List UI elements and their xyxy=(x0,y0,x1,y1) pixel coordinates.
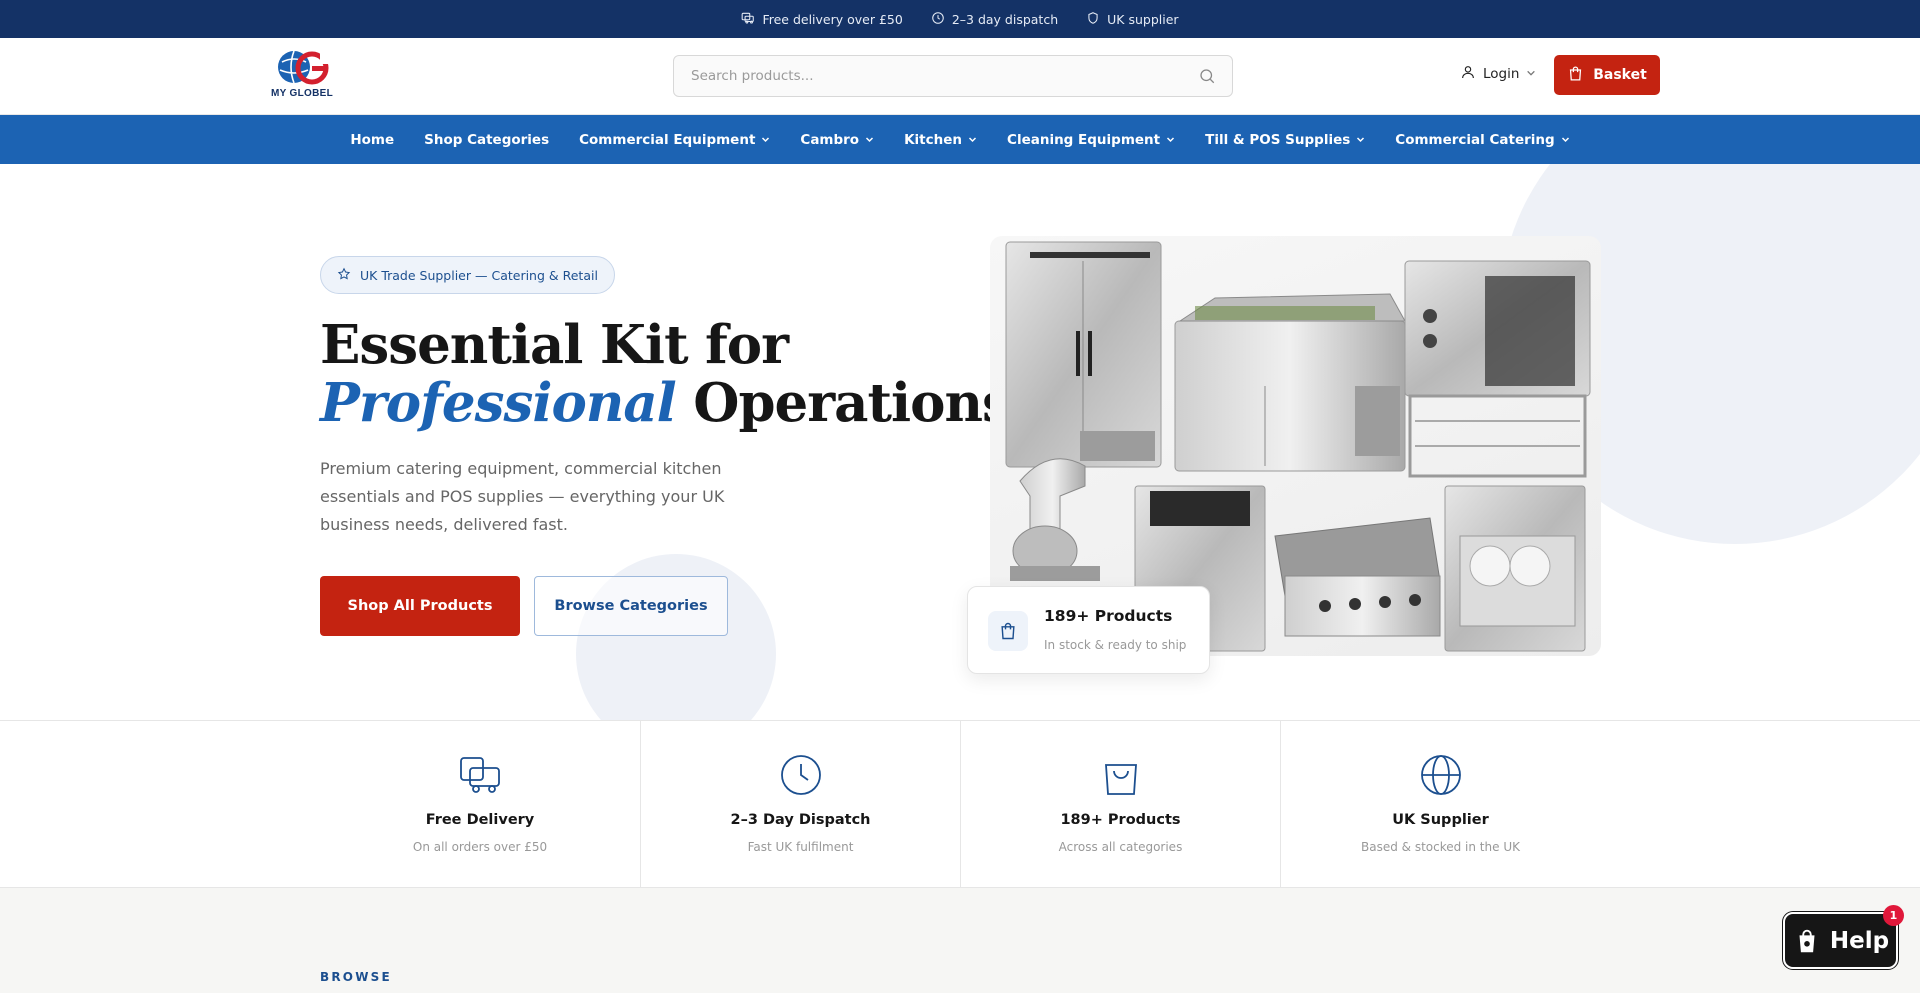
headline-line-1: Essential Kit for xyxy=(320,314,789,376)
chevron-down-icon xyxy=(969,137,977,143)
shopping-bag-icon xyxy=(1567,65,1584,86)
announcement-item-supplier: UK supplier xyxy=(1086,11,1179,28)
clock-icon xyxy=(931,11,945,28)
product-count-card: 189+ Products In stock & ready to ship xyxy=(967,586,1210,674)
clock-icon xyxy=(779,753,823,797)
main-navigation: Home Shop Categories Commercial Equipmen… xyxy=(0,115,1920,164)
nav-item-commercial-catering[interactable]: Commercial Catering xyxy=(1395,132,1569,148)
search-input[interactable] xyxy=(674,56,1198,96)
feature-subtitle: Fast UK fulfilment xyxy=(747,840,854,854)
feature-subtitle: On all orders over £50 xyxy=(412,840,548,854)
chat-bag-icon xyxy=(1799,929,1815,952)
chevron-down-icon xyxy=(1167,137,1175,143)
nav-item-label: Cambro xyxy=(800,131,860,148)
announcement-item-delivery: Free delivery over £50 xyxy=(741,11,903,28)
announcement-text: UK supplier xyxy=(1107,11,1179,27)
nav-item-cleaning-equipment[interactable]: Cleaning Equipment xyxy=(1007,132,1175,148)
badge-text: UK Trade Supplier — Catering & Retail xyxy=(360,267,598,283)
shield-icon xyxy=(1086,11,1100,28)
feature-title: UK Supplier xyxy=(1392,812,1489,828)
announcement-item-dispatch: 2–3 day dispatch xyxy=(931,11,1058,28)
feature-free-delivery: Free Delivery On all orders over £50 xyxy=(320,721,640,887)
nav-item-label: Shop Categories xyxy=(424,131,550,148)
trade-supplier-badge: UK Trade Supplier — Catering & Retail xyxy=(320,256,615,294)
section-eyebrow: BROWSE xyxy=(320,970,392,984)
site-logo[interactable]: MY GLOBEL xyxy=(266,48,336,106)
headline-accent: Professional xyxy=(320,372,677,434)
basket-button[interactable]: Basket xyxy=(1554,55,1660,95)
nav-item-commercial-equipment[interactable]: Commercial Equipment xyxy=(579,132,770,148)
login-button[interactable]: Login xyxy=(1460,64,1536,84)
headline-line-2: Professional Operations xyxy=(320,372,1012,434)
nav-item-label: Commercial Catering xyxy=(1395,131,1555,148)
browse-section: BROWSE xyxy=(0,888,1920,993)
login-label: Login xyxy=(1483,66,1520,82)
feature-uk-supplier: UK Supplier Based & stocked in the UK xyxy=(1280,721,1600,887)
nav-item-label: Kitchen xyxy=(904,131,963,148)
chevron-down-icon xyxy=(1526,66,1536,82)
chevron-down-icon xyxy=(1561,137,1569,143)
stat-title: 189+ Products xyxy=(1044,607,1173,625)
nav-item-label: Till & POS Supplies xyxy=(1205,131,1351,148)
nav-item-label: Home xyxy=(350,131,395,148)
feature-title: 2–3 Day Dispatch xyxy=(730,812,871,828)
hero-headline: Essential Kit for Professional Operation… xyxy=(320,314,1012,434)
feature-products: 189+ Products Across all categories xyxy=(960,721,1280,887)
hero-subcopy: Premium catering equipment, commercial k… xyxy=(320,459,725,534)
help-chat-button[interactable]: Help xyxy=(1783,912,1898,969)
shop-all-products-button[interactable]: Shop All Products xyxy=(320,576,520,636)
stat-subtitle: In stock & ready to ship xyxy=(1044,638,1187,652)
feature-dispatch: 2–3 Day Dispatch Fast UK fulfilment xyxy=(640,721,960,887)
browse-categories-button[interactable]: Browse Categories xyxy=(534,576,728,636)
site-header: MY GLOBEL Login Basket xyxy=(0,38,1920,115)
basket-label: Basket xyxy=(1593,67,1647,83)
star-icon xyxy=(337,267,351,284)
chevron-down-icon xyxy=(1357,137,1365,143)
globe-icon xyxy=(1419,753,1463,797)
delivery-icon xyxy=(458,753,502,797)
logo-globe-icon xyxy=(278,50,330,85)
logo-text: MY GLOBEL xyxy=(271,88,333,99)
announcement-bar: Free delivery over £50 2–3 day dispatch … xyxy=(0,0,1920,38)
nav-item-label: Commercial Equipment xyxy=(579,131,756,148)
nav-item-label: Cleaning Equipment xyxy=(1007,131,1161,148)
feature-subtitle: Based & stocked in the UK xyxy=(1361,840,1520,854)
notification-badge: 1 xyxy=(1883,905,1904,926)
chevron-down-icon xyxy=(762,137,770,143)
headline-rest: Operations xyxy=(675,372,1012,434)
feature-title: Free Delivery xyxy=(425,812,535,828)
help-label: Help xyxy=(1829,927,1890,954)
nav-item-home[interactable]: Home xyxy=(350,132,394,148)
shopping-bag-icon xyxy=(1099,753,1143,797)
shopping-bag-icon xyxy=(988,611,1028,651)
search-bar xyxy=(673,55,1233,97)
nav-item-kitchen[interactable]: Kitchen xyxy=(904,132,977,148)
nav-item-till-pos-supplies[interactable]: Till & POS Supplies xyxy=(1205,132,1365,148)
announcement-text: 2–3 day dispatch xyxy=(951,11,1059,27)
hero-section: UK Trade Supplier — Catering & Retail Es… xyxy=(0,164,1920,721)
feature-subtitle: Across all categories xyxy=(1058,840,1183,854)
delivery-icon xyxy=(741,11,755,28)
announcement-text: Free delivery over £50 xyxy=(762,11,903,27)
chevron-down-icon xyxy=(866,137,874,143)
feature-title: 189+ Products xyxy=(1060,812,1181,828)
nav-item-shop-categories[interactable]: Shop Categories xyxy=(424,132,549,148)
nav-item-cambro[interactable]: Cambro xyxy=(800,132,874,148)
search-icon[interactable] xyxy=(1198,67,1216,85)
user-icon xyxy=(1460,64,1476,84)
features-strip: Free Delivery On all orders over £50 2–3… xyxy=(0,720,1920,888)
